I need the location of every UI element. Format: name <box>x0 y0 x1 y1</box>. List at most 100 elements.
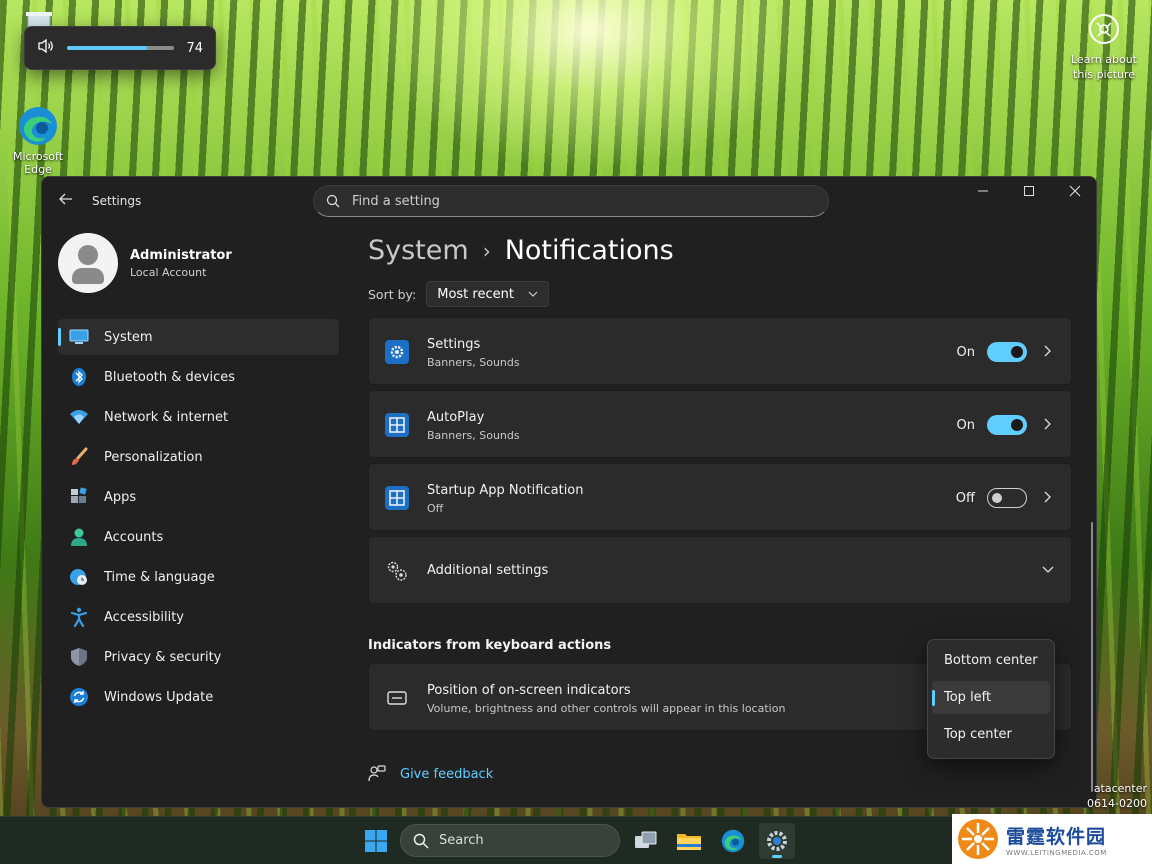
sidebar-item-network[interactable]: Network & internet <box>58 399 339 435</box>
sidebar-item-windows-update[interactable]: Windows Update <box>58 679 339 715</box>
toggle-state-label: On <box>956 418 975 433</box>
user-profile[interactable]: Administrator Local Account <box>58 233 232 293</box>
toggle-state-label: On <box>956 345 975 360</box>
desktop-watermark-line1: atacenter <box>1093 782 1147 795</box>
gear-icon <box>767 831 787 851</box>
sidebar-item-privacy-security[interactable]: Privacy & security <box>58 639 339 675</box>
gears-icon <box>385 559 409 583</box>
notification-row-settings[interactable]: Settings Banners, Sounds On <box>368 317 1072 385</box>
sort-dropdown[interactable]: Most recent <box>426 281 549 307</box>
profile-name: Administrator <box>130 247 232 263</box>
desktop-icon-edge[interactable]: Microsoft Edge <box>8 104 68 176</box>
task-view-button[interactable] <box>628 823 664 859</box>
sort-label: Sort by: <box>368 286 417 302</box>
taskbar-search-label: Search <box>439 833 484 848</box>
taskbar-search[interactable]: Search <box>400 824 620 857</box>
sidebar-item-label: Personalization <box>104 449 203 465</box>
keyboard-indicator-icon <box>385 686 409 710</box>
notifications-toggle[interactable] <box>987 342 1027 362</box>
maximize-button[interactable] <box>1006 177 1052 209</box>
brand-name: 雷霆软件园 <box>1006 825 1107 848</box>
chevron-down-icon <box>528 289 538 300</box>
accessibility-icon <box>68 606 90 628</box>
minimize-icon <box>978 190 988 192</box>
dropdown-option-top-left[interactable]: Top left <box>932 681 1050 714</box>
sidebar-item-label: Windows Update <box>104 689 214 705</box>
camera-icon <box>1089 14 1119 44</box>
sidebar-item-accessibility[interactable]: Accessibility <box>58 599 339 635</box>
title-bar: Settings <box>42 177 1096 225</box>
row-subtitle: Volume, brightness and other controls wi… <box>427 702 786 715</box>
breadcrumb: System › Notifications <box>368 235 674 266</box>
file-explorer-button[interactable] <box>671 823 707 859</box>
wifi-icon <box>68 406 90 428</box>
desktop-watermark-line2: 0614-0200 <box>1087 797 1147 810</box>
brush-icon <box>68 446 90 468</box>
learn-text-line1: Learn about <box>1071 53 1137 66</box>
toggle-state-label: Off <box>955 491 975 506</box>
site-watermark: 雷霆软件园 WWW.LEITINGMEDIA.COM <box>952 814 1152 864</box>
additional-settings-row[interactable]: Additional settings <box>368 536 1072 604</box>
sidebar-item-bluetooth[interactable]: Bluetooth & devices <box>58 359 339 395</box>
sidebar-item-time-language[interactable]: Time & language <box>58 559 339 595</box>
sort-value: Most recent <box>437 286 514 302</box>
section-title: Indicators from keyboard actions <box>368 638 612 653</box>
shield-icon <box>68 646 90 668</box>
search-box[interactable] <box>313 185 829 217</box>
app-title: Settings <box>92 194 142 208</box>
start-button[interactable] <box>358 823 394 859</box>
notifications-toggle[interactable] <box>987 488 1027 508</box>
settings-gear-icon <box>385 340 409 364</box>
notifications-toggle[interactable] <box>987 415 1027 435</box>
breadcrumb-separator: › <box>482 238 491 263</box>
back-button[interactable] <box>54 189 78 213</box>
bluetooth-icon <box>68 366 90 388</box>
sidebar-item-label: System <box>104 329 153 345</box>
sidebar-item-apps[interactable]: Apps <box>58 479 339 515</box>
give-feedback-link[interactable]: Give feedback <box>368 765 493 783</box>
search-icon <box>413 833 429 849</box>
notification-row-autoplay[interactable]: AutoPlay Banners, Sounds On <box>368 390 1072 458</box>
maximize-icon <box>1024 186 1034 196</box>
dropdown-option-bottom-center[interactable]: Bottom center <box>932 644 1050 677</box>
speaker-icon[interactable] <box>37 38 55 58</box>
chevron-right-icon <box>1041 345 1055 359</box>
sidebar-item-system[interactable]: System <box>58 319 339 355</box>
sidebar-item-label: Accounts <box>104 529 164 545</box>
system-icon <box>68 326 90 348</box>
scrollbar[interactable] <box>1091 522 1093 792</box>
close-icon <box>1069 185 1081 197</box>
folder-icon <box>677 834 701 850</box>
volume-slider[interactable] <box>67 46 175 50</box>
minimize-button[interactable] <box>960 177 1006 209</box>
row-subtitle: Banners, Sounds <box>427 356 520 369</box>
learn-about-picture[interactable]: Learn about this picture <box>1064 14 1144 82</box>
sidebar-item-accounts[interactable]: Accounts <box>58 519 339 555</box>
indicator-position-dropdown: Bottom center Top left Top center <box>927 639 1055 759</box>
breadcrumb-parent[interactable]: System <box>368 235 469 266</box>
desktop-icon-label: Microsoft Edge <box>12 150 64 176</box>
startup-app-icon <box>385 486 409 510</box>
sidebar-item-personalization[interactable]: Personalization <box>58 439 339 475</box>
edge-icon <box>16 104 60 148</box>
sidebar-item-label: Network & internet <box>104 409 229 425</box>
brand-logo <box>958 819 998 859</box>
close-button[interactable] <box>1052 177 1096 209</box>
avatar <box>58 233 118 293</box>
dropdown-option-top-center[interactable]: Top center <box>932 718 1050 751</box>
sidebar-item-label: Apps <box>104 489 137 505</box>
notification-row-startup-app[interactable]: Startup App Notification Off Off <box>368 463 1072 531</box>
settings-taskbar-button[interactable] <box>759 823 795 859</box>
sidebar-item-label: Bluetooth & devices <box>104 369 235 385</box>
learn-text-line2: this picture <box>1073 68 1135 81</box>
edge-taskbar-button[interactable] <box>715 823 751 859</box>
chevron-down-icon <box>1041 564 1055 578</box>
volume-flyout: 74 <box>24 26 216 70</box>
profile-account-type: Local Account <box>130 265 207 279</box>
row-title: AutoPlay <box>427 410 485 425</box>
apps-icon <box>68 486 90 508</box>
search-input[interactable] <box>352 193 792 209</box>
edge-icon <box>721 829 745 853</box>
row-title: Additional settings <box>427 563 549 578</box>
row-title: Settings <box>427 337 481 352</box>
